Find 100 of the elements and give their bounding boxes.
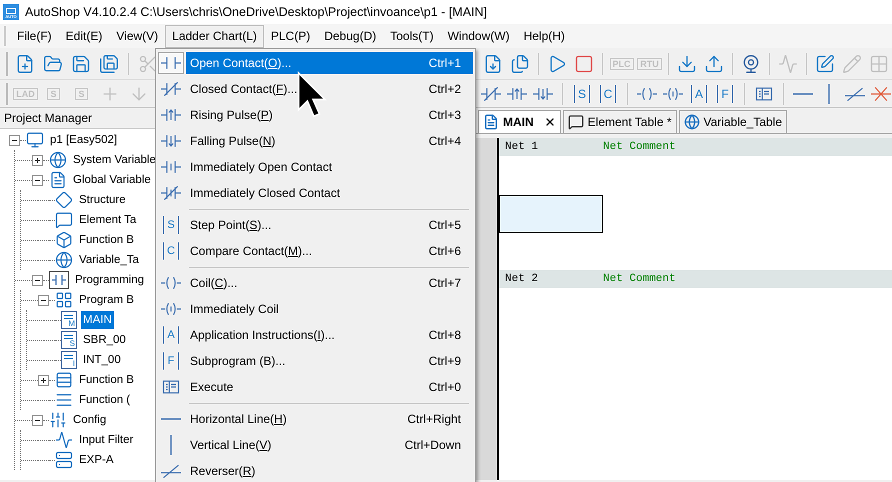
- save-icon: [71, 54, 91, 74]
- expand-toggle[interactable]: [32, 414, 43, 426]
- upload-icon: [704, 54, 724, 74]
- expand-toggle[interactable]: [32, 274, 43, 286]
- menu-bar-item[interactable]: Edit(E): [58, 24, 110, 48]
- tree-item[interactable]: Global Variable: [71, 171, 153, 189]
- immediate-closed-contact-icon: [161, 183, 181, 203]
- network-label: Net 1: [504, 140, 540, 155]
- monitor-icon: [26, 131, 44, 149]
- editor-tab[interactable]: Variable_Table: [678, 110, 788, 133]
- menu-item[interactable]: Step Point(S)... Ctrl+5: [186, 214, 473, 236]
- menu-item[interactable]: Immediately Coil: [186, 298, 473, 320]
- waveform-icon: [55, 431, 73, 449]
- plus-icon: [35, 158, 40, 162]
- menu-item[interactable]: Immediately Closed Contact: [186, 182, 473, 204]
- vertical-line-icon: [170, 435, 172, 455]
- list-icon: [55, 391, 73, 409]
- tree-item[interactable]: Config: [71, 411, 108, 429]
- tree-item[interactable]: Function B: [77, 371, 136, 389]
- editor-tab[interactable]: Element Table *: [562, 110, 677, 133]
- menu-item[interactable]: Immediately Open Contact: [186, 156, 473, 178]
- vertical-line-icon: [828, 84, 830, 104]
- monitor-edit-icon: [815, 54, 835, 74]
- expand-toggle[interactable]: [32, 154, 43, 166]
- grid-icon: [869, 54, 889, 74]
- network-comment: Net Comment: [603, 140, 676, 155]
- list-icon: [55, 371, 73, 389]
- menu-bar-item[interactable]: Help(H): [516, 24, 572, 48]
- menu-bar-item[interactable]: File(F): [10, 24, 59, 48]
- sliders-icon: [49, 411, 67, 429]
- stop-icon: [574, 54, 594, 74]
- comment-icon: [568, 114, 584, 130]
- tree-item[interactable]: Variable_Ta: [77, 251, 141, 269]
- menu-item[interactable]: Vertical Line(V) Ctrl+Down: [186, 434, 473, 456]
- blocks-icon: [55, 291, 73, 309]
- horizontal-line-icon: [793, 92, 813, 94]
- tree-item[interactable]: MAIN: [81, 311, 114, 329]
- menu-item[interactable]: Coil(C)... Ctrl+7: [186, 272, 473, 294]
- expand-toggle[interactable]: [32, 174, 43, 186]
- comment-icon: [55, 211, 73, 229]
- menu-item[interactable]: Compare Contact(M)... Ctrl+6: [186, 240, 473, 262]
- graph-icon: [778, 54, 798, 74]
- menu-bar-item[interactable]: PLC(P): [264, 24, 318, 48]
- menu-item[interactable]: Open Contact(O)... Ctrl+1: [186, 52, 473, 74]
- selected-cell[interactable]: [499, 195, 603, 233]
- menu-bar-item[interactable]: Window(W): [440, 24, 517, 48]
- menu-bar-item[interactable]: View(V): [109, 24, 166, 48]
- tree-item[interactable]: Program B: [77, 291, 136, 309]
- program-file-icon: I: [61, 351, 77, 369]
- download-icon: [677, 54, 697, 74]
- tree-item[interactable]: System Variable: [71, 151, 158, 169]
- tree-item[interactable]: Function B: [77, 231, 136, 249]
- menu-item[interactable]: Rising Pulse(P) Ctrl+3: [186, 104, 473, 126]
- ladder-icon: [49, 271, 69, 289]
- tree-item[interactable]: INT_00: [81, 351, 123, 369]
- minus-icon: [35, 178, 40, 182]
- compare-contact-button[interactable]: C: [597, 82, 619, 106]
- expand-toggle[interactable]: [38, 374, 49, 386]
- menu-bar-item[interactable]: Ladder Chart(L): [165, 24, 264, 48]
- expand-toggle[interactable]: [9, 134, 20, 146]
- panel-title: Project Manager: [4, 110, 92, 127]
- menu-item[interactable]: Closed Contact(F)... Ctrl+2: [186, 78, 473, 100]
- document-icon: [49, 171, 67, 189]
- closed-contact-icon: [161, 79, 181, 99]
- cut-icon: [138, 54, 158, 74]
- menu-item[interactable]: Falling Pulse(N) Ctrl+4: [186, 130, 473, 152]
- tree-item[interactable]: EXP-A: [77, 451, 116, 469]
- close-icon[interactable]: [544, 116, 556, 128]
- tree-item[interactable]: SBR_00: [81, 331, 128, 349]
- cube-icon: [55, 231, 73, 249]
- minus-icon: [41, 298, 46, 302]
- menu-item[interactable]: Subprogram (B)... Ctrl+9: [186, 350, 473, 372]
- subprogram-button[interactable]: F: [714, 82, 736, 106]
- menu-item[interactable]: Application Instructions(I)... Ctrl+8: [186, 324, 473, 346]
- step-point-button[interactable]: S: [571, 82, 593, 106]
- plus-icon: [41, 378, 46, 382]
- network-label: Net 2: [504, 272, 540, 287]
- minus-icon: [35, 418, 40, 422]
- tree-item[interactable]: Input Filter: [77, 431, 136, 449]
- tree-item[interactable]: Function (: [77, 391, 132, 409]
- diamond-icon: [55, 191, 73, 209]
- menu-item[interactable]: Execute Ctrl+0: [186, 376, 473, 398]
- menu-item[interactable]: Horizontal Line(H) Ctrl+Right: [186, 408, 473, 430]
- tree-item[interactable]: Programming: [73, 271, 146, 289]
- menu-item[interactable]: Reverser(R): [186, 460, 473, 482]
- globe-icon: [49, 151, 67, 169]
- editor-tab[interactable]: MAIN: [478, 110, 561, 133]
- tree-item[interactable]: p1 [Easy502]: [48, 131, 120, 149]
- menu-bar-item[interactable]: Debug(D): [317, 24, 384, 48]
- edit-icon: [842, 54, 862, 74]
- module-icon: [55, 451, 73, 469]
- menu-bar-item[interactable]: Tools(T): [383, 24, 441, 48]
- tree-item[interactable]: Element Ta: [77, 211, 138, 229]
- tree-item[interactable]: Structure: [77, 191, 128, 209]
- application-instruction-button[interactable]: A: [688, 82, 710, 106]
- network-comment: Net Comment: [603, 272, 676, 287]
- expand-toggle[interactable]: [38, 294, 49, 306]
- webcam-icon: [741, 54, 761, 74]
- program-file-icon: S: [61, 331, 77, 349]
- minus-icon: [35, 278, 40, 282]
